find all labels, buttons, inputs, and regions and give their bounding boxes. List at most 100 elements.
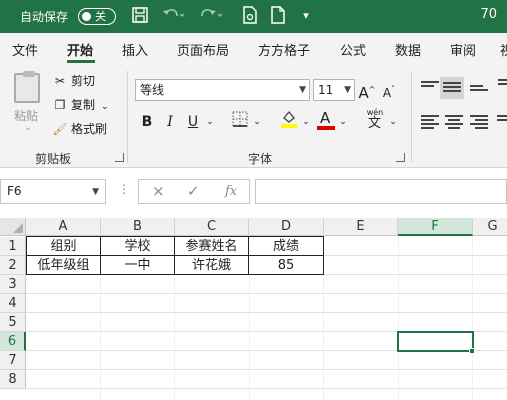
chevron-down-icon: ▼ (299, 85, 306, 95)
font-size-select[interactable]: 11 ▼ (313, 79, 355, 101)
font-color-dropdown-icon[interactable]: ⌄ (336, 111, 350, 133)
file-icon[interactable] (268, 6, 288, 26)
ribbon: 粘贴 ⌄ ✂ 剪切 ❐ 复制 ⌄ 🖌 格式刷 剪贴板 等线 ▼ 11 ▼ A^ Aˇ B… (0, 65, 507, 168)
autosave-label: 自动保存 (20, 10, 69, 24)
column-header-e[interactable]: E (324, 218, 398, 236)
formula-input[interactable] (255, 179, 507, 204)
row-header-8[interactable]: 8 (0, 370, 26, 389)
autosave-toggle[interactable]: 关 (78, 8, 116, 25)
customize-icon[interactable]: ▾ (298, 6, 314, 26)
row-header-7[interactable]: 7 (0, 351, 26, 370)
copy-label: 复制 (71, 98, 96, 112)
clipboard-group-label: 剪贴板 (35, 152, 72, 166)
tab-review[interactable]: 审阅 (450, 40, 476, 59)
row-header-6[interactable]: 6 (0, 332, 26, 351)
insert-function-icon[interactable]: fx (225, 184, 237, 199)
cell-a2[interactable]: 低年级组 (26, 256, 101, 275)
indent-icon[interactable] (497, 115, 507, 129)
italic-button[interactable]: I (160, 111, 180, 133)
select-all-button[interactable] (0, 218, 26, 236)
cut-button[interactable]: ✂ 剪切 (52, 71, 95, 91)
underline-dropdown-icon[interactable]: ⌄ (203, 111, 217, 133)
row-header-3[interactable]: 3 (0, 275, 26, 294)
cell-c1[interactable]: 参赛姓名 (175, 236, 249, 256)
copy-icon: ❐ (54, 98, 66, 112)
title-bar: 自动保存 关 ▾ 70 (0, 0, 507, 33)
grow-font-label: A (358, 84, 369, 102)
copy-button[interactable]: ❐ 复制 ⌄ (52, 95, 109, 115)
phonetic-button[interactable]: wén 文 (364, 108, 386, 131)
phonetic-dropdown-icon[interactable]: ⌄ (386, 111, 400, 133)
shrink-font-button[interactable]: Aˇ (380, 79, 398, 101)
toggle-knob (82, 12, 91, 21)
fill-handle[interactable] (469, 348, 475, 354)
fill-color-dropdown-icon[interactable]: ⌄ (299, 111, 313, 133)
shrink-font-label: A (382, 86, 392, 100)
font-name-value: 等线 (140, 83, 165, 97)
tab-home[interactable]: 开始 (67, 40, 93, 59)
ribbon-tabs: 文件 开始 插入 页面布局 方方格子 公式 数据 审阅 视 (0, 33, 507, 65)
cell-b1[interactable]: 学校 (101, 236, 175, 256)
align-left-icon[interactable] (421, 115, 439, 129)
align-right-icon[interactable] (470, 115, 488, 129)
tab-page-layout[interactable]: 页面布局 (177, 40, 229, 59)
grip-icon[interactable]: ⋮ (118, 182, 130, 196)
cell-a1[interactable]: 组别 (26, 236, 101, 256)
column-header-b[interactable]: B (101, 218, 175, 236)
align-middle-button[interactable] (440, 77, 464, 99)
cancel-icon[interactable]: × (152, 182, 165, 200)
column-header-c[interactable]: C (175, 218, 249, 236)
align-center-icon[interactable] (445, 115, 463, 129)
align-top-icon[interactable] (421, 81, 439, 95)
tab-formulas[interactable]: 公式 (340, 40, 366, 59)
phonetic-char: 文 (368, 116, 382, 131)
active-cell-f6[interactable] (397, 331, 474, 352)
tab-fangfang[interactable]: 方方格子 (258, 40, 310, 59)
cell-c2[interactable]: 许花娥 (175, 256, 249, 275)
cell-d2[interactable]: 85 (249, 256, 324, 275)
scissors-icon: ✂ (54, 74, 66, 88)
tab-data[interactable]: 数据 (395, 40, 421, 59)
grow-font-button[interactable]: A^ (358, 79, 376, 102)
paste-icon[interactable] (14, 71, 40, 103)
align-bottom-icon[interactable] (470, 85, 488, 99)
paintbrush-icon: 🖌 (52, 122, 68, 136)
cell-b2[interactable]: 一中 (101, 256, 175, 275)
row-header-5[interactable]: 5 (0, 313, 26, 332)
redo-icon[interactable] (198, 6, 224, 26)
orientation-icon[interactable] (498, 79, 507, 93)
paste-dropdown-icon[interactable]: ⌄ (24, 123, 32, 133)
document-icon[interactable] (240, 6, 260, 26)
chevron-down-icon: ▼ (92, 187, 99, 197)
bold-button[interactable]: B (137, 111, 157, 133)
column-header-g[interactable]: G (473, 218, 507, 236)
select-all-icon (13, 223, 23, 233)
row-header-2[interactable]: 2 (0, 256, 26, 275)
save-icon[interactable] (130, 6, 150, 26)
paste-button[interactable]: 粘贴 (14, 107, 38, 124)
tab-file[interactable]: 文件 (12, 40, 38, 59)
format-painter-button[interactable]: 🖌 格式刷 (52, 119, 107, 139)
tab-insert[interactable]: 插入 (122, 40, 148, 59)
active-tab-indicator (67, 60, 95, 63)
column-header-a[interactable]: A (26, 218, 101, 236)
formula-controls: × ✓ fx (138, 179, 250, 204)
confirm-icon[interactable]: ✓ (187, 182, 200, 200)
font-group-label: 字体 (248, 152, 273, 166)
clipboard-launcher-icon[interactable] (115, 153, 124, 162)
row-header-4[interactable]: 4 (0, 294, 26, 313)
font-color-button[interactable]: A (316, 107, 336, 130)
cell-d1[interactable]: 成绩 (249, 236, 324, 256)
row-header-1[interactable]: 1 (0, 237, 26, 256)
font-name-select[interactable]: 等线 ▼ (135, 79, 310, 101)
fill-color-icon[interactable] (279, 109, 299, 131)
undo-icon[interactable] (160, 6, 186, 26)
borders-icon[interactable] (230, 111, 250, 133)
name-box[interactable]: F6 ▼ (0, 179, 106, 204)
column-header-f[interactable]: F (398, 218, 473, 236)
tab-view[interactable]: 视 (500, 40, 507, 59)
borders-dropdown-icon[interactable]: ⌄ (250, 111, 264, 133)
underline-button[interactable]: U (183, 111, 203, 133)
column-header-d[interactable]: D (249, 218, 324, 236)
font-launcher-icon[interactable] (396, 153, 405, 162)
